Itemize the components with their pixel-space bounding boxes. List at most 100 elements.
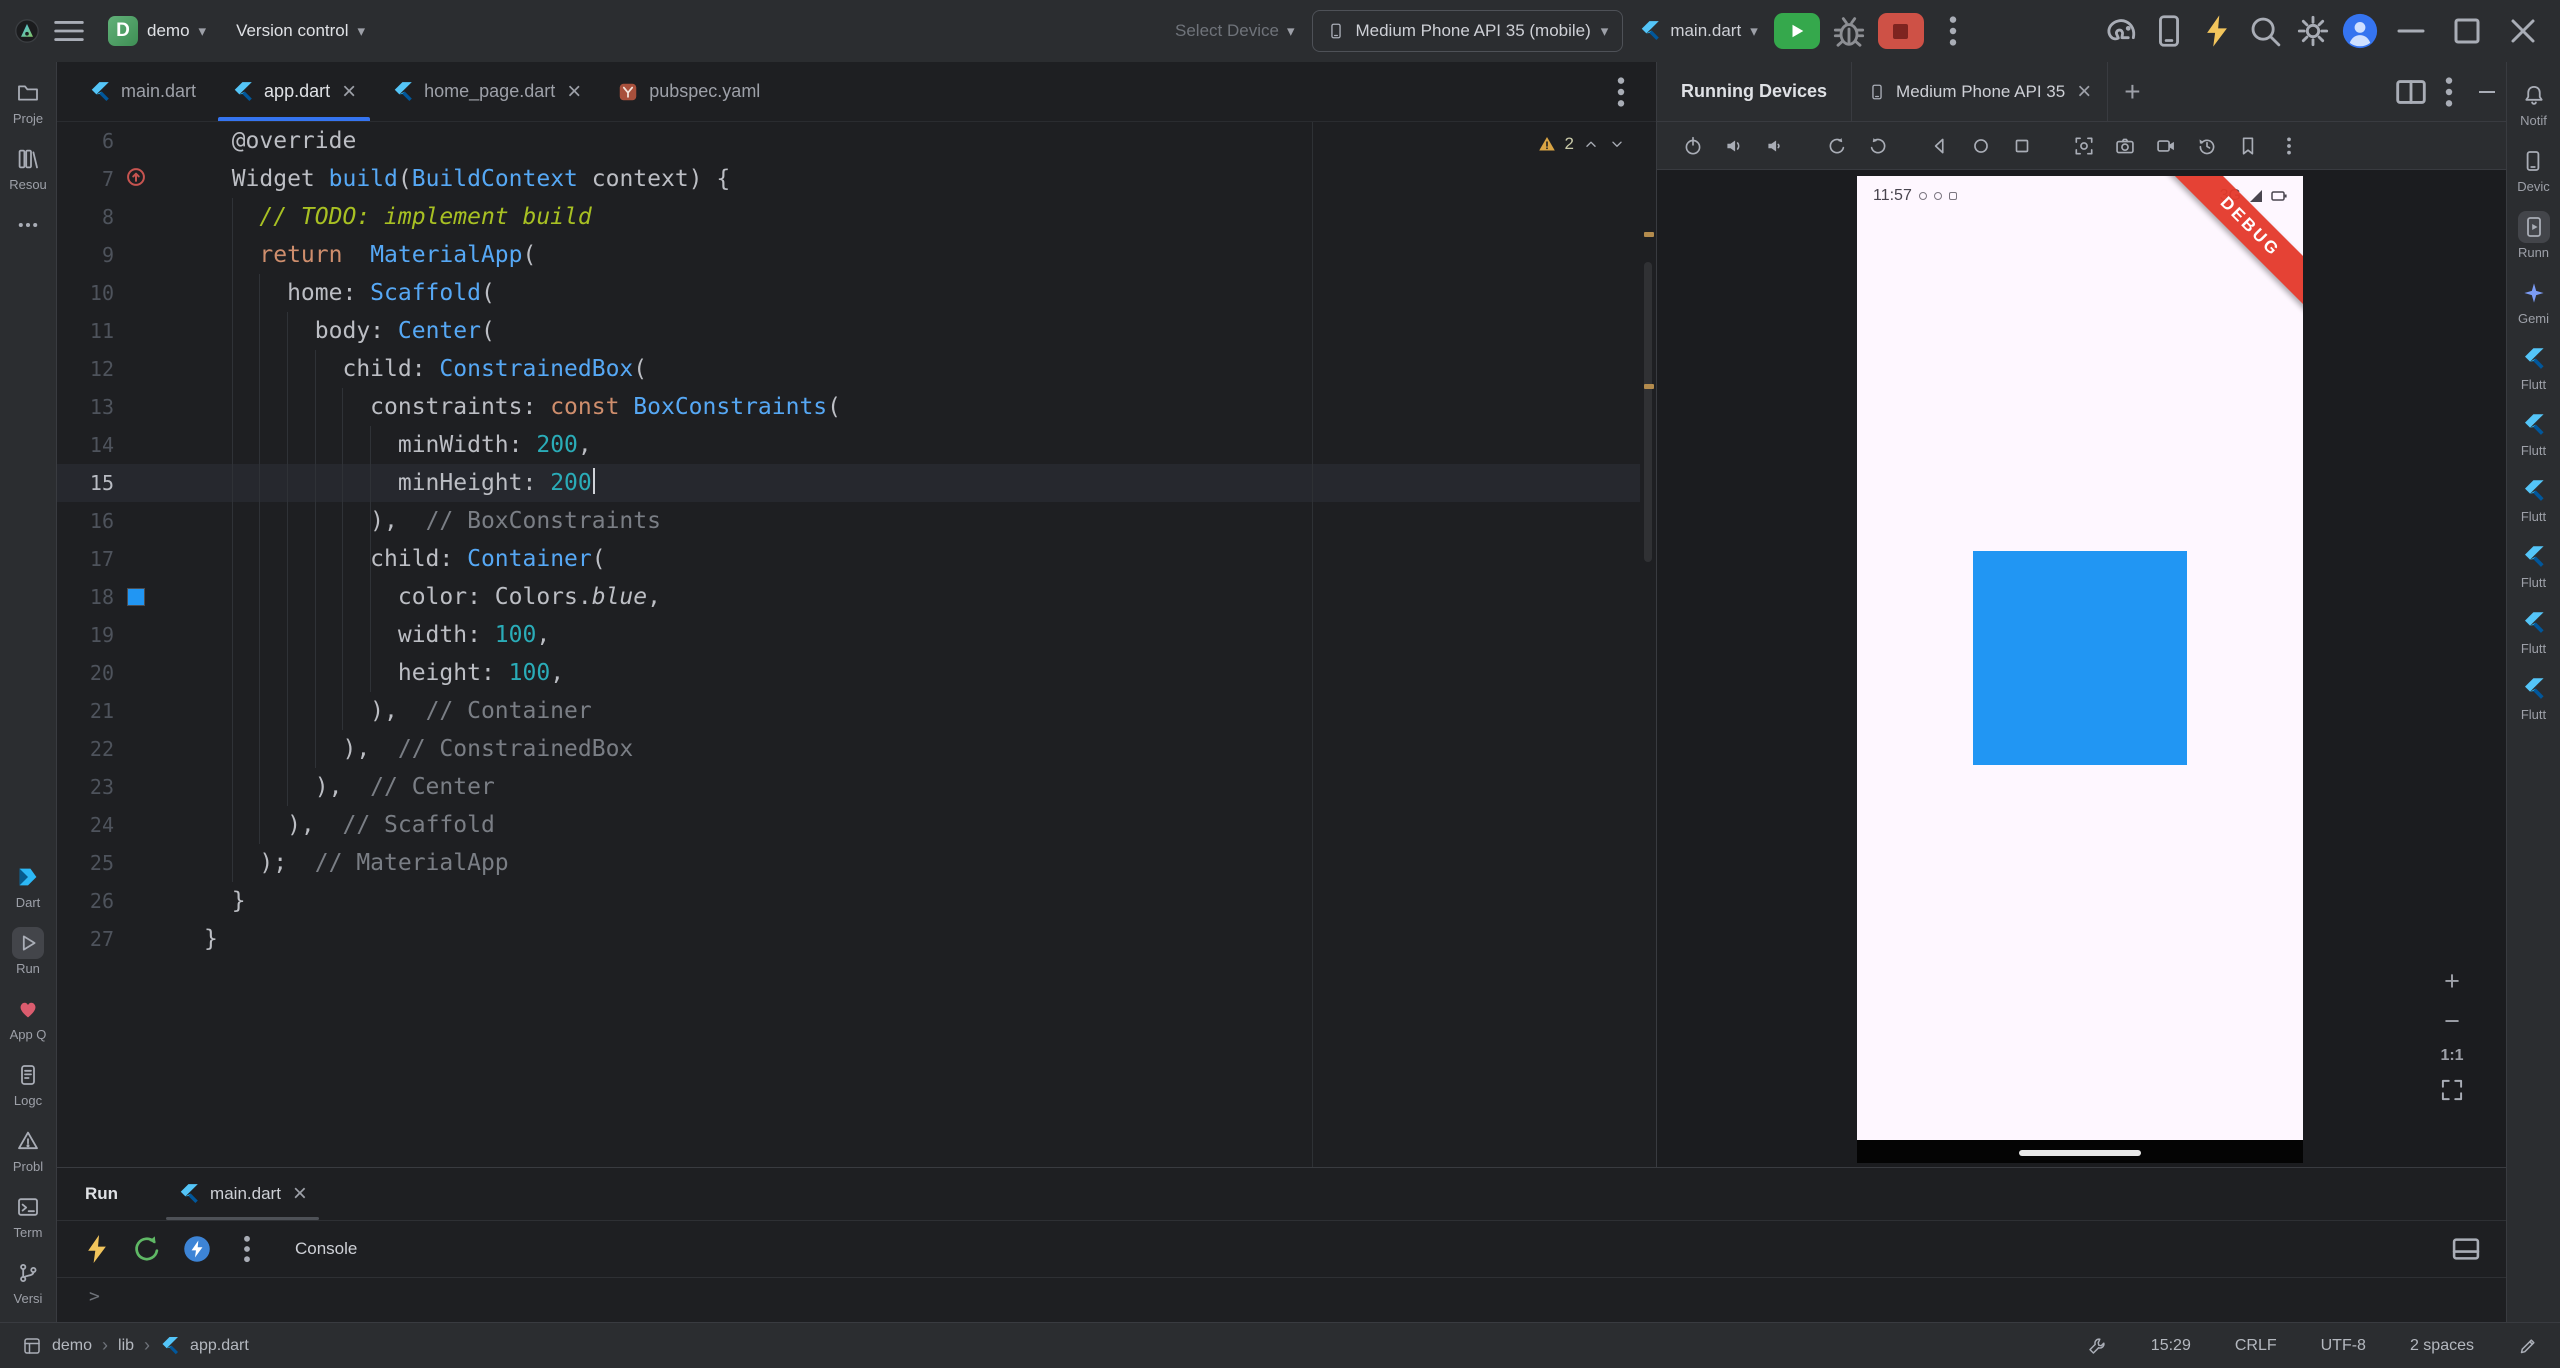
code-line-7[interactable]: Widget build(BuildContext context) { — [204, 160, 1656, 198]
overview-icon[interactable] — [2004, 129, 2040, 163]
code-line-16[interactable]: ), // BoxConstraints — [204, 502, 1656, 540]
line-number[interactable]: 19 — [57, 616, 114, 654]
run-configuration-dropdown[interactable]: main.dart ▾ — [1633, 20, 1763, 42]
code-line-26[interactable]: } — [204, 882, 1656, 920]
tool-stripe-flutter-performance[interactable]: Flutt — [2518, 475, 2550, 523]
line-number[interactable]: 25 — [57, 844, 114, 882]
line-number[interactable]: 26 — [57, 882, 114, 920]
line-number[interactable]: 23 — [57, 768, 114, 806]
hot-reload-icon[interactable] — [2198, 12, 2236, 50]
code-line-15[interactable]: minHeight: 200 — [204, 464, 1656, 502]
tool-stripe-flutter-coverage[interactable]: Flutt — [2518, 541, 2550, 589]
panel-options-icon[interactable] — [2430, 73, 2468, 111]
code-line-13[interactable]: constraints: const BoxConstraints( — [204, 388, 1656, 426]
snapshot-icon[interactable] — [2230, 129, 2266, 163]
code-line-21[interactable]: ), // Container — [204, 692, 1656, 730]
device-selector-dropdown[interactable]: Medium Phone API 35 (mobile) ▾ — [1312, 10, 1624, 52]
tool-stripe-flutter-tools[interactable]: Flutt — [2518, 607, 2550, 655]
tool-stripe-gemini[interactable]: Gemi — [2518, 277, 2550, 325]
line-number[interactable]: 14 — [57, 426, 114, 464]
code-line-11[interactable]: body: Center( — [204, 312, 1656, 350]
screenshot-icon[interactable] — [2066, 129, 2102, 163]
line-number[interactable]: 18 — [57, 578, 114, 616]
main-menu-icon[interactable] — [50, 12, 88, 50]
scrollbar-thumb[interactable] — [1644, 262, 1652, 562]
close-run-tab-icon[interactable]: × — [293, 1182, 307, 1206]
line-number[interactable]: 20 — [57, 654, 114, 692]
more-actions-icon[interactable] — [1934, 12, 1972, 50]
file-encoding[interactable]: UTF-8 — [2321, 1337, 2366, 1355]
line-number[interactable]: 17 — [57, 540, 114, 578]
code-line-6[interactable]: @override — [204, 122, 1656, 160]
zoom-out-button[interactable]: − — [2437, 1008, 2467, 1035]
tool-stripe-flutter-inspector[interactable]: Flutt — [2518, 409, 2550, 457]
console-options-icon[interactable] — [229, 1232, 265, 1266]
run-tab[interactable]: main.dart × — [160, 1168, 325, 1220]
line-number[interactable]: 8 — [57, 198, 114, 236]
split-view-icon[interactable] — [2392, 73, 2430, 111]
rotate-left-icon[interactable] — [1819, 129, 1855, 163]
add-device-icon[interactable]: + — [2108, 77, 2156, 106]
editor-tab-pubspec-yaml[interactable]: pubspec.yaml — [599, 62, 778, 121]
code-line-24[interactable]: ), // Scaffold — [204, 806, 1656, 844]
line-number[interactable]: 27 — [57, 920, 114, 958]
tool-stripe-running-devices[interactable]: Runn — [2517, 211, 2550, 259]
tool-stripe-notifications[interactable]: Notif — [2518, 79, 2550, 127]
device-tab[interactable]: Medium Phone API 35 × — [1851, 61, 2109, 122]
code-line-10[interactable]: home: Scaffold( — [204, 274, 1656, 312]
code-line-9[interactable]: return MaterialApp( — [204, 236, 1656, 274]
console-tab[interactable]: Console — [295, 1239, 357, 1259]
reset-icon[interactable] — [2189, 129, 2225, 163]
close-tab-icon[interactable]: × — [342, 79, 356, 104]
run-panel-title[interactable]: Run — [57, 1184, 146, 1204]
tool-stripe-problems[interactable]: Probl — [12, 1125, 44, 1173]
inspection-widget[interactable]: 2 — [1537, 134, 1626, 154]
hide-panel-icon[interactable] — [2468, 73, 2506, 111]
breadcrumb-item[interactable]: app.dart — [190, 1337, 249, 1355]
close-tab-icon[interactable]: × — [567, 79, 581, 104]
hot-restart-icon[interactable] — [129, 1232, 165, 1266]
zoom-reset-button[interactable]: 1:1 — [2437, 1048, 2467, 1064]
code-line-8[interactable]: // TODO: implement build — [204, 198, 1656, 236]
line-number[interactable]: 6 — [57, 122, 114, 160]
line-number[interactable]: 7 — [57, 160, 114, 198]
code-area[interactable]: @override Widget build(BuildContext cont… — [180, 122, 1656, 1167]
editor-tab-main-dart[interactable]: main.dart — [71, 62, 214, 121]
code-line-23[interactable]: ), // Center — [204, 768, 1656, 806]
code-line-19[interactable]: width: 100, — [204, 616, 1656, 654]
stop-button[interactable] — [1877, 13, 1924, 49]
user-avatar[interactable] — [2342, 13, 2378, 49]
wrench-icon[interactable] — [2087, 1336, 2107, 1356]
code-line-20[interactable]: height: 100, — [204, 654, 1656, 692]
tool-stripe-version-control[interactable]: Versi — [12, 1257, 44, 1305]
hot-reload-icon[interactable] — [79, 1232, 115, 1266]
code-editor[interactable]: 6 7 8 9 10 11 12 13 14 15 16 17 18 19 20 21 22 23 24 25 26 27… — [57, 122, 1656, 1167]
tool-stripe-flutter-outline[interactable]: Flutt — [2518, 343, 2550, 391]
device-manager-icon[interactable] — [2150, 12, 2188, 50]
editor-tab-home_page-dart[interactable]: home_page.dart × — [374, 62, 599, 121]
override-marker-icon[interactable] — [125, 166, 147, 188]
device-screen[interactable]: 11:57 3G — [1857, 176, 2303, 1163]
previous-problem-icon[interactable] — [1582, 135, 1600, 153]
next-problem-icon[interactable] — [1608, 135, 1626, 153]
gesture-pill[interactable] — [2019, 1149, 2141, 1156]
tool-stripe-flutter-deep-links[interactable]: Flutt — [2518, 673, 2550, 721]
line-number[interactable]: 15 — [57, 464, 114, 502]
write-access-icon[interactable] — [2518, 1336, 2538, 1356]
maximize-button[interactable] — [2444, 11, 2490, 51]
console-prompt[interactable]: > — [89, 1286, 100, 1307]
code-line-17[interactable]: child: Container( — [204, 540, 1656, 578]
code-line-18[interactable]: color: Colors.blue, — [204, 578, 1656, 616]
zoom-fit-icon[interactable] — [2439, 1077, 2465, 1103]
gradle-sync-icon[interactable] — [2102, 12, 2140, 50]
project-selector[interactable]: D demo ▾ — [98, 11, 216, 51]
back-icon[interactable] — [1922, 129, 1958, 163]
close-button[interactable] — [2500, 11, 2546, 51]
select-device-dropdown[interactable]: Select Device ▾ — [1167, 21, 1302, 41]
search-everywhere-icon[interactable] — [2246, 12, 2284, 50]
line-ending[interactable]: CRLF — [2235, 1337, 2277, 1355]
editor-gutter[interactable]: 6 7 8 9 10 11 12 13 14 15 16 17 18 19 20 21 22 23 24 25 26 27 — [57, 122, 180, 1167]
close-device-tab-icon[interactable]: × — [2077, 79, 2091, 104]
tool-stripe-app-quality-insights[interactable]: App Q — [10, 993, 46, 1041]
code-line-14[interactable]: minWidth: 200, — [204, 426, 1656, 464]
